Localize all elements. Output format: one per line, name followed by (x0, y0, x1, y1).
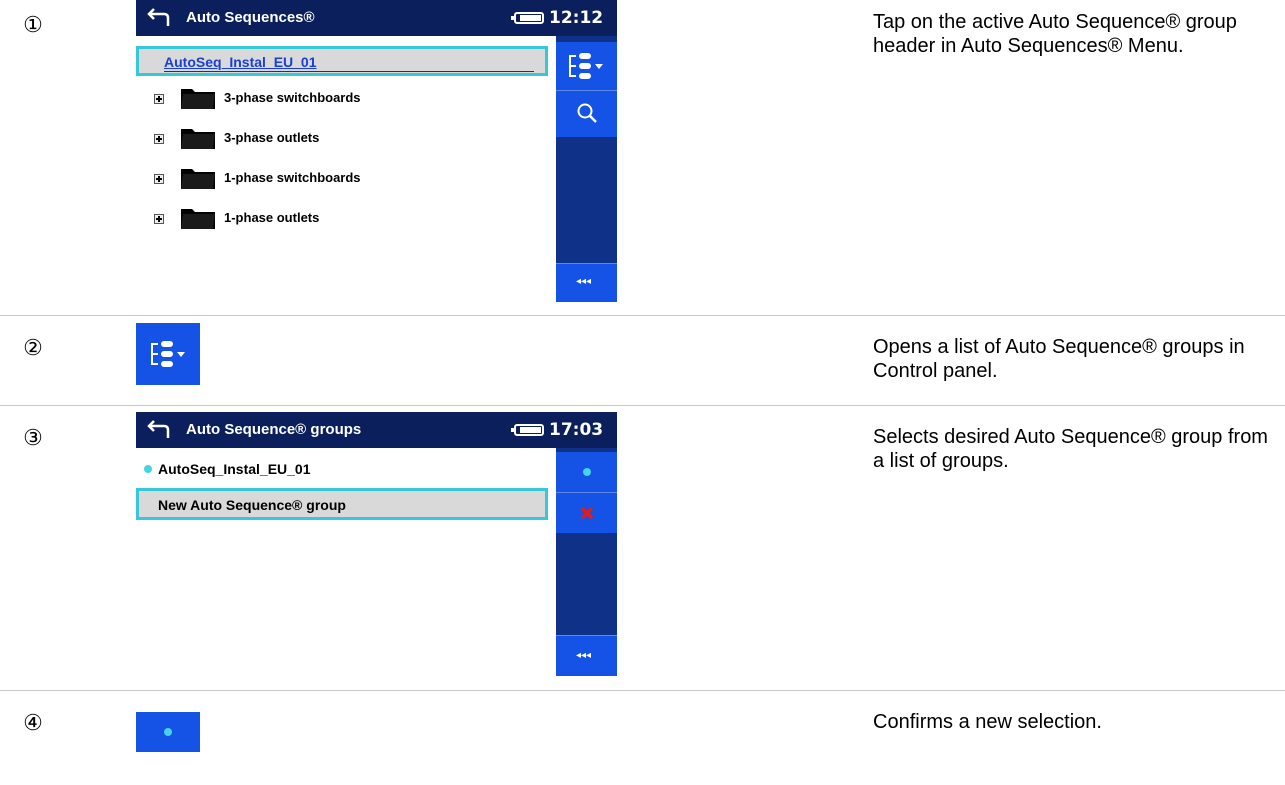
folder-label: 1-phase switchboards (224, 170, 361, 185)
active-dot-icon (144, 465, 152, 473)
divider (0, 690, 1285, 691)
group-list-button-large[interactable] (136, 323, 200, 385)
folder-icon (181, 169, 215, 189)
more-button[interactable]: ◂◂◂ (556, 263, 617, 302)
clock: 17:03 (549, 420, 604, 440)
group-list-icon (569, 53, 603, 79)
group-list-button[interactable] (556, 42, 617, 90)
folder-icon (181, 89, 215, 109)
folder-item[interactable]: 1-phase outlets (154, 206, 534, 232)
group-item-selected[interactable]: New Auto Sequence® group (136, 488, 548, 520)
more-icon: ◂◂◂ (576, 276, 592, 287)
folder-label: 3-phase switchboards (224, 90, 361, 105)
step-2-description: Opens a list of Auto Sequence® groups in… (873, 336, 1245, 382)
auto-sequences-screen: Auto Sequences® 12:12 AutoSeq_Instal_EU_… (136, 0, 617, 302)
screen-title: Auto Sequences® (186, 9, 315, 26)
x-icon (580, 506, 594, 520)
step-1-description: Tap on the active Auto Sequence® group h… (873, 11, 1237, 57)
back-arrow-icon[interactable] (144, 2, 172, 30)
dot-icon (583, 468, 591, 476)
folder-icon (181, 209, 215, 229)
expand-icon[interactable] (154, 174, 164, 184)
dot-icon (164, 728, 172, 736)
divider (0, 315, 1285, 316)
folder-item[interactable]: 3-phase outlets (154, 126, 534, 152)
group-label: AutoSeq_Instal_EU_01 (158, 461, 311, 477)
battery-icon (511, 424, 544, 436)
search-icon (577, 103, 597, 123)
confirm-button[interactable] (556, 452, 617, 492)
more-button[interactable]: ◂◂◂ (556, 635, 617, 676)
step-number-1: ① (23, 12, 43, 37)
expand-icon[interactable] (154, 214, 164, 224)
auto-sequence-groups-screen: Auto Sequence® groups 17:03 AutoSeq_Inst… (136, 412, 617, 676)
screen-title: Auto Sequence® groups (186, 421, 362, 438)
step-4-description: Confirms a new selection. (873, 711, 1102, 733)
expand-icon[interactable] (154, 94, 164, 104)
more-icon: ◂◂◂ (576, 650, 592, 661)
group-label: New Auto Sequence® group (158, 497, 346, 513)
step-3-description: Selects desired Auto Sequence® group fro… (873, 426, 1268, 472)
title-bar: Auto Sequences® 12:12 (136, 0, 617, 36)
folder-item[interactable]: 1-phase switchboards (154, 166, 534, 192)
group-item-active[interactable]: AutoSeq_Instal_EU_01 (136, 456, 548, 482)
battery-icon (511, 12, 544, 24)
divider (0, 405, 1285, 406)
control-panel: ◂◂◂ (556, 36, 617, 302)
clock: 12:12 (549, 8, 604, 28)
confirm-button-large[interactable] (136, 712, 200, 752)
folder-item[interactable]: 3-phase switchboards (154, 86, 534, 112)
back-arrow-icon[interactable] (144, 414, 172, 442)
step-number-2: ② (23, 335, 43, 360)
active-group-header[interactable]: AutoSeq_Instal_EU_01 (136, 46, 548, 76)
active-group-label: AutoSeq_Instal_EU_01 (164, 54, 317, 70)
step-number-4: ④ (23, 710, 43, 735)
step-number-3: ③ (23, 425, 43, 450)
delete-button[interactable] (556, 492, 617, 533)
control-panel: ◂◂◂ (556, 448, 617, 676)
group-list-icon (151, 341, 185, 367)
folder-label: 3-phase outlets (224, 130, 320, 145)
expand-icon[interactable] (154, 134, 164, 144)
folder-icon (181, 129, 215, 149)
search-button[interactable] (556, 90, 617, 137)
underline (164, 71, 534, 72)
folder-label: 1-phase outlets (224, 210, 320, 225)
title-bar: Auto Sequence® groups 17:03 (136, 412, 617, 448)
